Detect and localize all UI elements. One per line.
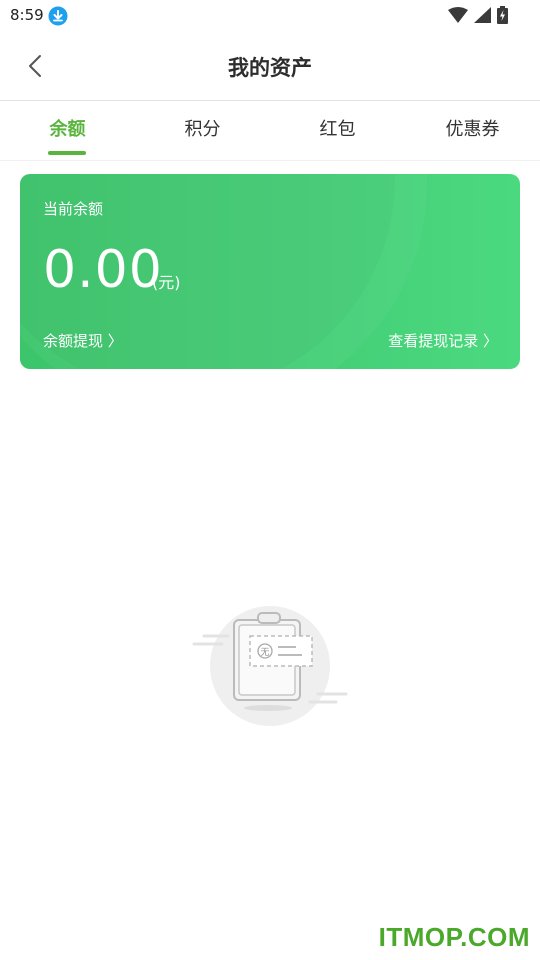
balance-label: 当前余额 (43, 200, 104, 218)
withdraw-records-link[interactable]: 查看提现记录 〉 (388, 330, 498, 351)
watermark-logo: ITMOP.COM (378, 922, 530, 952)
active-tab-indicator (48, 151, 86, 155)
asset-tabs: 余额 积分 红包 优惠券 (0, 101, 540, 161)
empty-badge-text: 无 (260, 647, 269, 658)
signal-icon (474, 7, 491, 23)
wifi-icon (448, 7, 468, 23)
tab-points[interactable]: 积分 (135, 101, 270, 161)
page-title: 我的资产 (228, 56, 312, 80)
balance-card: 当前余额 0.00 (元) 余额提现 〉 查看提现记录 〉 (20, 174, 520, 369)
balance-unit: (元) (152, 273, 181, 292)
status-bar: 8:59 (0, 0, 540, 30)
download-icon (48, 6, 68, 26)
status-time: 8:59 (10, 6, 44, 24)
battery-charging-icon (497, 6, 508, 24)
empty-clipboard-icon: 无 (192, 606, 348, 726)
withdraw-link[interactable]: 余额提现 〉 (43, 330, 123, 351)
balance-amount: 0.00 (43, 240, 163, 300)
tab-coupons[interactable]: 优惠券 (405, 101, 540, 161)
tab-red-packet[interactable]: 红包 (270, 101, 405, 161)
nav-bar: 我的资产 (0, 30, 540, 101)
